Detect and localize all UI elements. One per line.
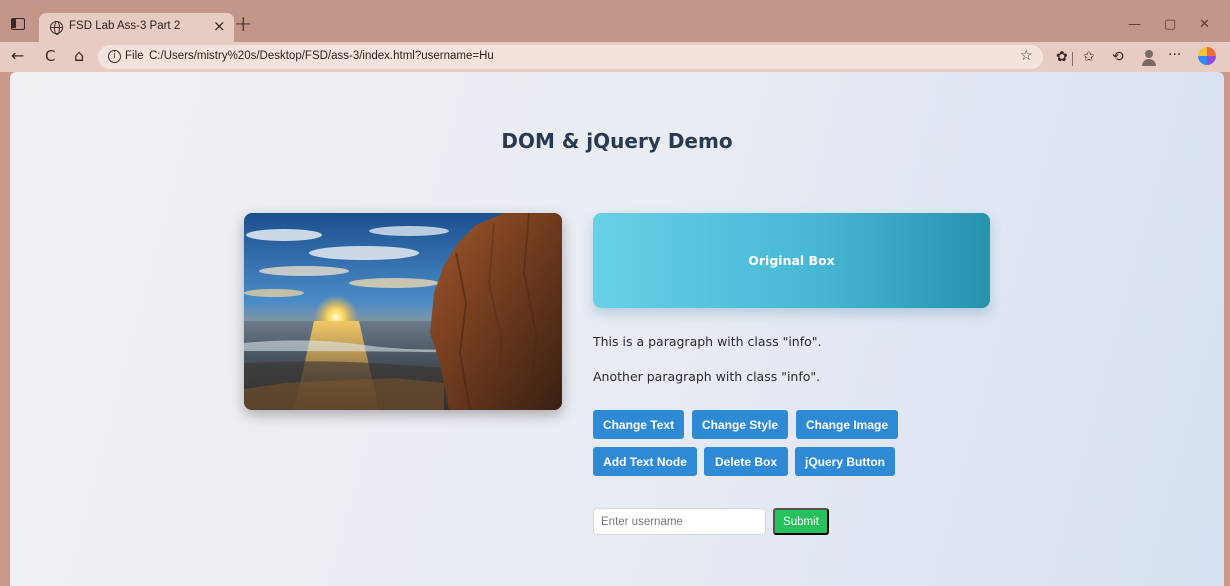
- browser-toolbar: ← C ⌂ i File C:/Users/mistry%20s/Desktop…: [0, 42, 1230, 72]
- page-title: DOM & jQuery Demo: [501, 129, 733, 153]
- more-menu-icon[interactable]: ···: [1168, 46, 1181, 64]
- tab-actions-icon[interactable]: [11, 18, 25, 30]
- profile-avatar-icon[interactable]: [1141, 49, 1157, 66]
- minimize-button[interactable]: —: [1128, 17, 1141, 32]
- refresh-button[interactable]: C: [45, 46, 55, 66]
- box-label: Original Box: [748, 253, 835, 268]
- toolbar-divider: [1072, 52, 1073, 66]
- maximize-button[interactable]: ▢: [1164, 17, 1176, 32]
- browser-title-bar: FSD Lab Ass-3 Part 2 × + — ▢ ✕: [0, 0, 1230, 42]
- home-button[interactable]: ⌂: [74, 46, 84, 66]
- history-icon[interactable]: ⟲: [1112, 48, 1124, 66]
- file-label: File: [125, 50, 144, 62]
- new-tab-button[interactable]: +: [234, 13, 252, 37]
- info-paragraph-1: This is a paragraph with class "info".: [593, 334, 822, 349]
- tab-close-icon[interactable]: ×: [213, 17, 226, 35]
- add-text-node-button[interactable]: Add Text Node: [593, 447, 697, 476]
- copilot-icon[interactable]: [1198, 47, 1216, 65]
- change-image-button[interactable]: Change Image: [796, 410, 898, 439]
- page-viewport: DOM & jQuery Demo Original Box This is a…: [10, 72, 1224, 586]
- back-button[interactable]: ←: [11, 46, 24, 66]
- site-info-icon[interactable]: i: [108, 50, 121, 63]
- submit-button[interactable]: Submit: [773, 508, 829, 535]
- close-window-button[interactable]: ✕: [1199, 17, 1210, 32]
- change-text-button[interactable]: Change Text: [593, 410, 684, 439]
- globe-icon: [50, 21, 63, 35]
- address-bar[interactable]: i File C:/Users/mistry%20s/Desktop/FSD/a…: [98, 45, 1043, 69]
- tab-title: FSD Lab Ass-3 Part 2: [69, 20, 181, 32]
- favorites-icon[interactable]: ✩: [1083, 48, 1095, 66]
- username-input[interactable]: [593, 508, 766, 535]
- original-box: Original Box: [593, 213, 990, 308]
- url-text[interactable]: C:/Users/mistry%20s/Desktop/FSD/ass-3/in…: [149, 50, 494, 62]
- extensions-icon[interactable]: ✿: [1056, 48, 1068, 66]
- delete-box-button[interactable]: Delete Box: [704, 447, 788, 476]
- favorite-star-icon[interactable]: ☆: [1020, 48, 1033, 64]
- browser-tab[interactable]: FSD Lab Ass-3 Part 2 ×: [39, 13, 234, 42]
- info-paragraph-2: Another paragraph with class "info".: [593, 369, 821, 384]
- sunset-beach-image: [244, 213, 562, 410]
- change-style-button[interactable]: Change Style: [692, 410, 788, 439]
- jquery-button[interactable]: jQuery Button: [795, 447, 895, 476]
